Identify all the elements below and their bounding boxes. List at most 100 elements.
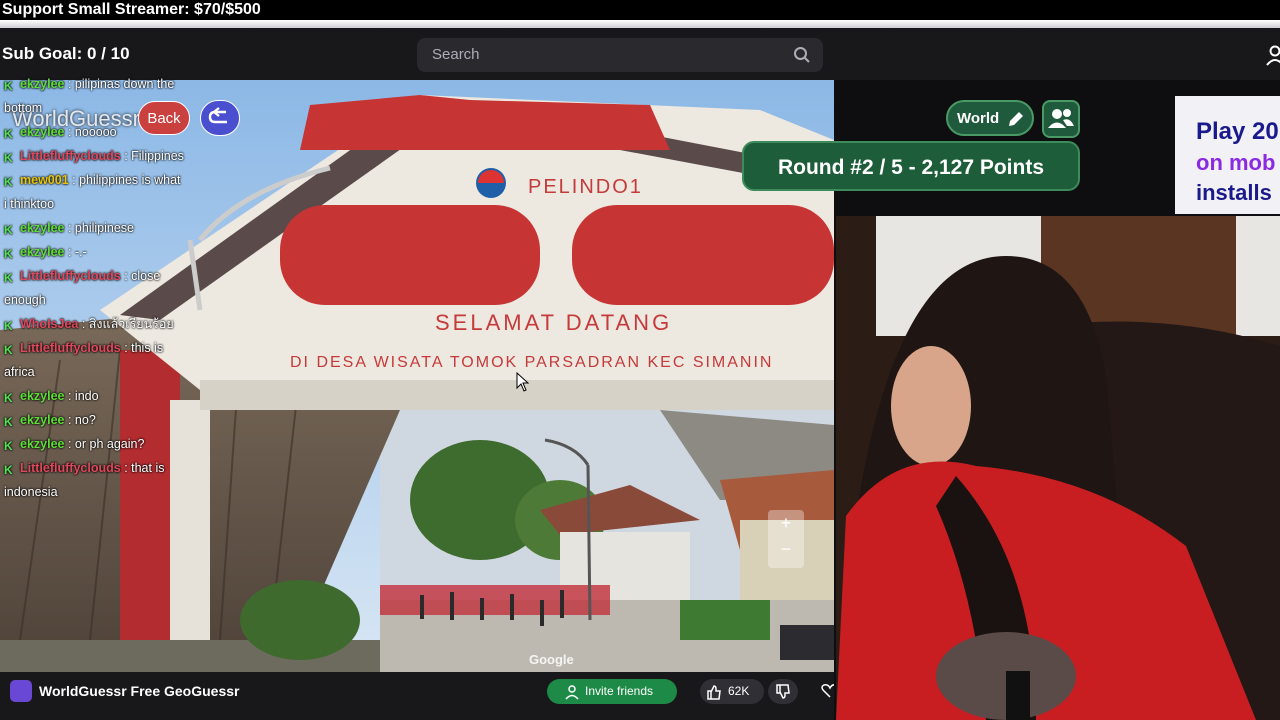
chat-username[interactable]: ekzylee xyxy=(20,245,64,259)
chat-text: : close xyxy=(124,269,161,283)
map-selector-button[interactable]: World xyxy=(946,100,1034,136)
chat-message: K Littlefluffyclouds : Filippines xyxy=(4,144,204,168)
chat-message: K Littlefluffyclouds : that is xyxy=(4,456,204,480)
chat-message: Kekzylee : nooooo xyxy=(4,120,204,144)
chat-text-continued: indonesia xyxy=(4,485,58,499)
chat-username[interactable]: ekzylee xyxy=(20,125,64,139)
thumbs-down-icon xyxy=(776,684,790,699)
chat-text: : Filippines xyxy=(124,149,184,163)
chat-username[interactable]: Littlefluffyclouds xyxy=(20,461,121,475)
dislike-button[interactable] xyxy=(768,679,798,704)
round-status: Round #2 / 5 - 2,127 Points xyxy=(742,141,1080,191)
pencil-icon xyxy=(1009,112,1023,126)
players-icon xyxy=(1048,109,1074,128)
chat-username[interactable]: ekzylee xyxy=(20,77,64,91)
chat-text: : no? xyxy=(67,413,96,427)
chat-text: : -.- xyxy=(67,245,87,259)
webcam-feed xyxy=(836,216,1280,720)
chat-text: : nooooo xyxy=(67,125,117,139)
promo-line-3: installs xyxy=(1196,180,1272,205)
search-input[interactable]: Search xyxy=(417,38,823,72)
chat-text: : indo xyxy=(67,389,99,403)
chat-username[interactable]: mew001 xyxy=(20,173,69,187)
kick-badge-icon: K xyxy=(4,79,13,93)
chat-text: : that is xyxy=(124,461,165,475)
chat-text-continued: bottom xyxy=(4,101,43,115)
sign-village-text: DI DESA WISATA TOMOK PARSADRAN KEC SIMAN… xyxy=(290,354,773,371)
chat-text-continued: africa xyxy=(4,365,35,379)
invite-icon xyxy=(565,685,579,700)
kick-badge-icon: K xyxy=(4,223,13,237)
kick-badge-icon: K xyxy=(4,343,13,357)
sign-brand-text: PELINDO1 xyxy=(528,176,643,198)
top-banner: Support Small Streamer: $70/$500 xyxy=(0,0,1280,20)
chat-text: : philippines is what xyxy=(72,173,181,187)
kick-badge-icon: K xyxy=(4,247,13,261)
promo-line-1: Play 20 xyxy=(1196,118,1279,145)
banner-divider xyxy=(0,20,1280,28)
chat-username[interactable]: ekzylee xyxy=(20,437,64,451)
chat-overlay: Kekzylee : pilipinas down the bottom Kekzy… xyxy=(4,72,204,504)
heart-icon xyxy=(821,684,834,698)
kick-badge-icon: K xyxy=(4,175,13,189)
map-selector-label: World xyxy=(957,110,1000,127)
chat-text: : or ph again? xyxy=(67,437,145,451)
chat-message: Kmew001 : philippines is what xyxy=(4,168,204,192)
kick-badge-icon: K xyxy=(4,127,13,141)
kick-badge-icon: K xyxy=(4,463,13,477)
chat-username[interactable]: Littlefluffyclouds xyxy=(20,341,121,355)
chat-text-continued: i thinktoo xyxy=(4,197,55,211)
chat-message: Kekzylee : no? xyxy=(4,408,204,432)
sub-goal-label: Sub Goal: 0 / 10 xyxy=(2,44,130,63)
round-status-text: Round #2 / 5 - 2,127 Points xyxy=(777,156,1045,179)
kick-badge-icon: K xyxy=(4,415,13,429)
kick-badge-icon: K xyxy=(4,271,13,285)
invite-friends-label: Invite friends xyxy=(585,684,654,698)
chat-text: : philipinese xyxy=(67,221,134,235)
zoom-out-button[interactable]: − xyxy=(768,539,804,560)
chat-message: K WhoIsJea : สิงแล้วเรียนร้อย xyxy=(4,312,204,336)
chat-message: Kekzylee : philipinese xyxy=(4,216,204,240)
banner-text: Support Small Streamer: $70/$500 xyxy=(2,1,261,18)
chat-username[interactable]: WhoIsJea xyxy=(20,317,78,331)
kick-badge-icon: K xyxy=(4,439,13,453)
chat-username[interactable]: ekzylee xyxy=(20,221,64,235)
channel-icon[interactable] xyxy=(10,680,32,702)
zoom-in-button[interactable]: + xyxy=(768,513,804,534)
like-button[interactable]: 62K xyxy=(700,679,764,704)
like-count: 62K xyxy=(728,684,750,698)
user-icon[interactable] xyxy=(1266,44,1280,66)
mouse-cursor-icon xyxy=(516,372,530,392)
sign-welcome-text: SELAMAT DATANG xyxy=(435,310,672,335)
search-icon[interactable] xyxy=(793,46,811,64)
chat-username[interactable]: ekzylee xyxy=(20,413,64,427)
chat-message: Kekzylee : -.- xyxy=(4,240,204,264)
chat-username[interactable]: ekzylee xyxy=(20,389,64,403)
kick-badge-icon: K xyxy=(4,391,13,405)
thumbs-up-icon xyxy=(707,685,721,700)
chat-message: Kekzylee : or ph again? xyxy=(4,432,204,456)
chat-message: Kekzylee : pilipinas down the xyxy=(4,72,204,96)
undo-arrow-icon xyxy=(208,106,227,123)
promo-banner[interactable]: Play 20 on mob installs xyxy=(1175,96,1280,214)
google-credit: Google xyxy=(529,652,574,667)
channel-name[interactable]: WorldGuessr Free GeoGuessr xyxy=(39,683,239,699)
chat-text: : this is xyxy=(124,341,164,355)
chat-text: : pilipinas down the xyxy=(67,77,175,91)
undo-button[interactable] xyxy=(200,100,240,136)
invite-friends-button[interactable]: Invite friends xyxy=(547,679,677,704)
heart-button[interactable] xyxy=(814,679,834,704)
search-placeholder: Search xyxy=(432,46,480,63)
players-button[interactable] xyxy=(1042,100,1080,138)
kick-badge-icon: K xyxy=(4,151,13,165)
chat-username[interactable]: Littlefluffyclouds xyxy=(20,149,121,163)
chat-text-continued: enough xyxy=(4,293,46,307)
chat-text: : สิงแล้วเรียนร้อย xyxy=(81,317,174,331)
chat-username[interactable]: Littlefluffyclouds xyxy=(20,269,121,283)
chat-message: K Littlefluffyclouds : close xyxy=(4,264,204,288)
zoom-control: + − xyxy=(768,510,804,568)
chat-message: K Littlefluffyclouds : this is xyxy=(4,336,204,360)
chat-message: Kekzylee : indo xyxy=(4,384,204,408)
promo-line-2: on mob xyxy=(1196,150,1276,175)
kick-badge-icon: K xyxy=(4,319,13,333)
